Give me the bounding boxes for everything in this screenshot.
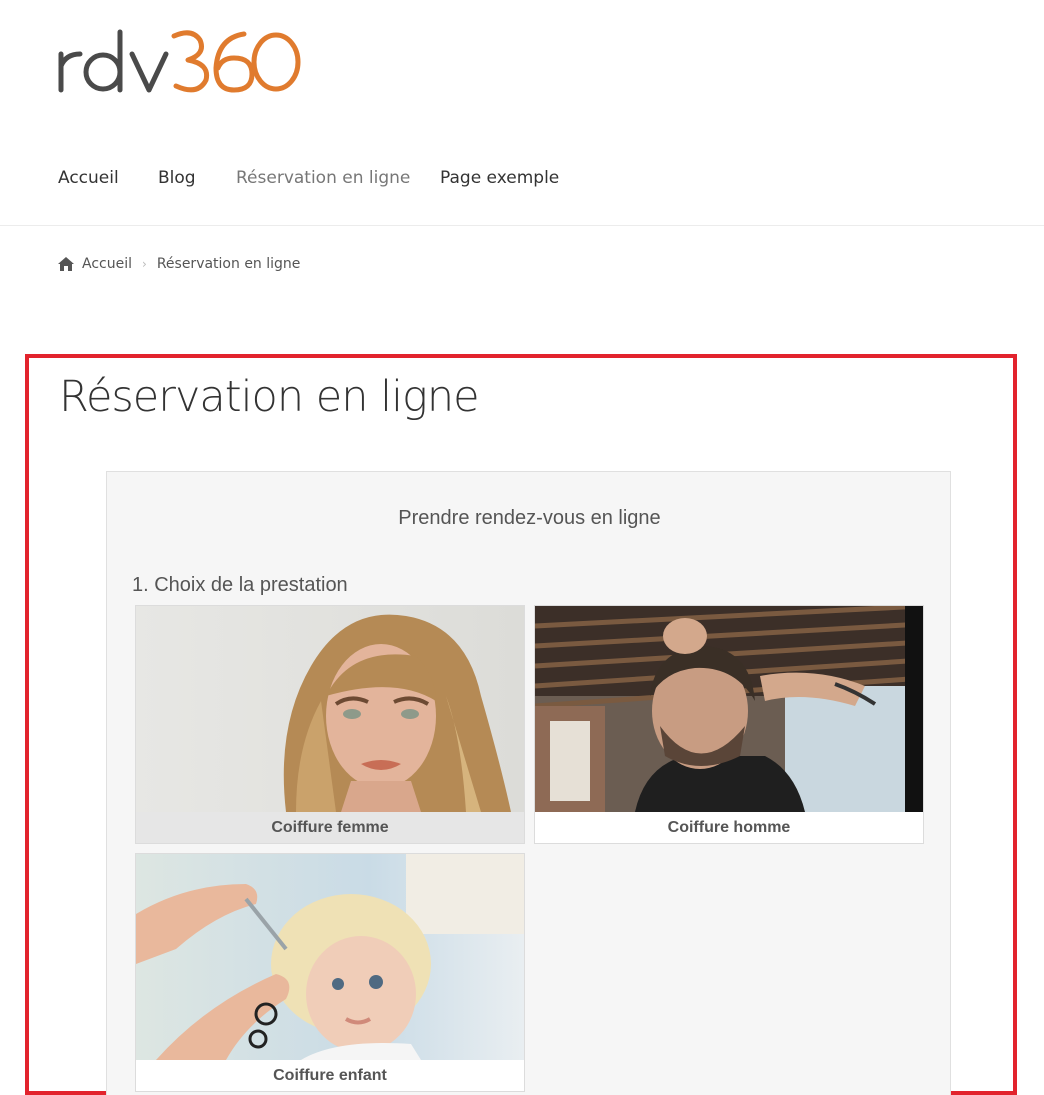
nav-item-blog[interactable]: Blog — [158, 168, 196, 188]
breadcrumb-home-link[interactable]: Accueil — [82, 256, 132, 272]
man-haircut-photo — [535, 606, 923, 812]
widget-title: Prendre rendez-vous en ligne — [398, 507, 661, 529]
booking-widget: Prendre rendez-vous en ligne 1. Choix de… — [106, 471, 951, 1095]
nav-item-page-exemple[interactable]: Page exemple — [440, 168, 559, 188]
service-label: Coiffure enfant — [136, 1060, 524, 1091]
service-card-coiffure-femme[interactable]: Coiffure femme — [135, 605, 525, 844]
page-title: Réservation en ligne — [59, 372, 480, 422]
service-label: Coiffure homme — [535, 812, 923, 843]
rdv360-logo[interactable] — [56, 24, 306, 96]
breadcrumb-current: Réservation en ligne — [156, 256, 301, 272]
home-icon — [58, 257, 74, 271]
header-divider — [0, 225, 1044, 226]
child-haircut-photo — [136, 854, 524, 1060]
step-title: 1. Choix de la prestation — [132, 574, 348, 596]
nav-item-reservation[interactable]: Réservation en ligne — [236, 168, 410, 188]
woman-portrait-photo — [136, 606, 524, 812]
service-card-coiffure-homme[interactable]: Coiffure homme — [534, 605, 924, 844]
nav-item-accueil[interactable]: Accueil — [58, 168, 119, 188]
breadcrumb-separator-icon: › — [142, 257, 147, 271]
service-card-coiffure-enfant[interactable]: Coiffure enfant — [135, 853, 525, 1092]
breadcrumb: Accueil › Réservation en ligne — [58, 254, 300, 274]
service-label: Coiffure femme — [136, 812, 524, 843]
